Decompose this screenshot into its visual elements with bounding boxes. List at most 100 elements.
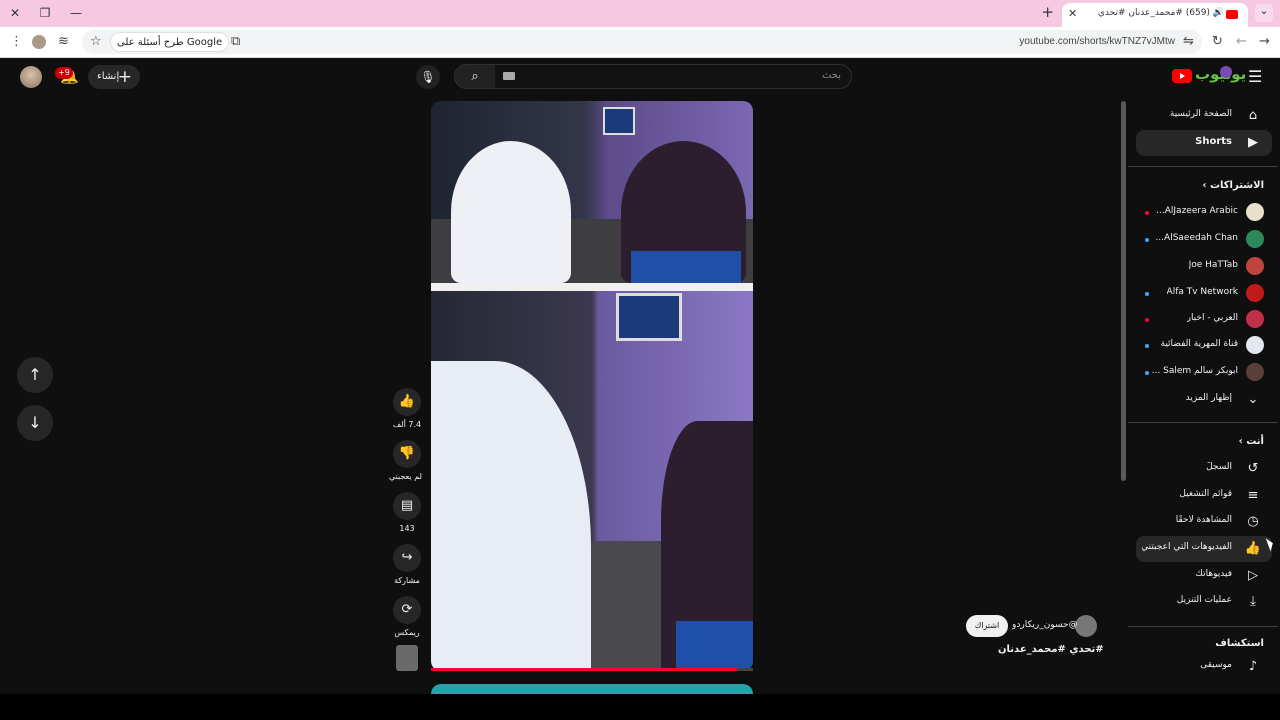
like-icon[interactable]: 👍 <box>393 388 421 416</box>
extensions-icon[interactable]: ≋ <box>58 34 69 49</box>
screenshot-icon[interactable]: ⧉ <box>231 34 240 49</box>
share-icon[interactable]: ↪ <box>393 544 421 572</box>
divider <box>1128 422 1278 423</box>
sidebar-item-label: إظهار المزيد <box>1185 393 1232 403</box>
sidebar-item-show-more[interactable]: ⌄ إظهار المزيد <box>1136 387 1272 413</box>
reload-icon[interactable]: ↻ <box>1212 34 1223 49</box>
tab-close-icon[interactable]: ✕ <box>1068 7 1077 20</box>
sidebar-scrollbar[interactable] <box>1121 101 1126 481</box>
voice-search-icon[interactable]: 🎙 <box>416 65 440 89</box>
bookmark-star-icon[interactable]: ☆ <box>90 34 102 49</box>
sidebar-item-label: الفيديوهات التي أعجبتني <box>1142 542 1232 552</box>
sidebar-item-home[interactable]: ⌂ الصفحة الرئيسية <box>1136 103 1272 129</box>
jeans <box>631 251 741 283</box>
jeans <box>676 621 753 671</box>
search-icon[interactable]: ⌕ <box>455 65 495 88</box>
notification-badge: +9 <box>55 67 73 79</box>
sidebar-item-shorts[interactable]: ▶ Shorts <box>1136 130 1272 156</box>
close-window-icon[interactable]: ✕ <box>8 6 22 20</box>
music-icon: ♪ <box>1248 659 1258 674</box>
sidebar-item-subscription[interactable]: AlSaeedah Chan... <box>1136 227 1272 253</box>
url-text[interactable]: youtube.com/shorts/kwTNZ7vJMtw <box>1019 36 1175 47</box>
remix-action[interactable]: ⟳ ريمكس <box>392 596 422 637</box>
live-indicator <box>1145 318 1149 322</box>
account-avatar[interactable] <box>20 66 42 88</box>
youtube-logo-icon[interactable] <box>1172 69 1192 83</box>
keyboard-icon[interactable] <box>503 72 515 80</box>
sidebar-item-label: قوائم التشغيل <box>1179 489 1232 499</box>
video-progress-bar[interactable] <box>431 668 753 671</box>
speaker-icon[interactable]: 🔊 <box>1213 8 1224 18</box>
previous-short-button[interactable]: ↑ <box>17 357 53 393</box>
sidebar-item-label: Alfa Tv Network <box>1166 287 1238 297</box>
create-button[interactable]: إنشاء + <box>88 65 140 89</box>
comment-icon[interactable]: ▤ <box>393 492 421 520</box>
create-label: إنشاء <box>97 71 120 82</box>
minimize-window-icon[interactable]: — <box>69 6 83 20</box>
google-ask-button[interactable]: طرح أسئلة على Google <box>110 32 230 52</box>
comments-action[interactable]: ▤ 143 <box>392 492 422 533</box>
sidebar-item-subscription[interactable]: قناة المهرية الفضائية <box>1136 333 1272 359</box>
sidebar-item-playlists[interactable]: ≡ قوائم التشغيل <box>1136 483 1272 509</box>
short-video-player[interactable] <box>431 101 753 671</box>
profile-avatar[interactable] <box>32 35 46 49</box>
sidebar-item-label: أبوبكر سالم Salem ... <box>1151 366 1238 376</box>
subscriptions-header[interactable]: الاشتراكات › <box>1202 180 1264 191</box>
sidebar-item-subscription[interactable]: أبوبكر سالم Salem ... <box>1136 360 1272 386</box>
channel-name[interactable]: @حسون_ريكاردو <box>1012 620 1078 630</box>
channel-avatar[interactable] <box>1075 615 1097 637</box>
sidebar-item-label: Shorts <box>1195 136 1232 147</box>
subscribe-button[interactable]: اشتراك <box>966 615 1008 637</box>
share-action[interactable]: ↪ مشاركة <box>392 544 422 585</box>
you-header[interactable]: أنت › <box>1239 436 1264 447</box>
sidebar-item-downloads[interactable]: ⤓ عمليات التنزيل <box>1136 589 1272 615</box>
new-content-dot <box>1145 292 1149 296</box>
downloads-icon: ⤓ <box>1250 594 1256 609</box>
bottom-bar <box>0 694 1280 720</box>
dislike-action[interactable]: 👎 لم يعجبني <box>389 440 422 481</box>
sidebar-item-subscription[interactable]: Alfa Tv Network <box>1136 281 1272 307</box>
like-count: 7.4 ألف <box>392 420 422 429</box>
audio-thumbnail[interactable] <box>396 645 418 671</box>
new-content-dot <box>1145 344 1149 348</box>
youtube-favicon-icon <box>1226 10 1238 19</box>
remix-icon[interactable]: ⟳ <box>393 596 421 624</box>
next-short-button[interactable]: ↓ <box>17 405 53 441</box>
sidebar-item-subscription[interactable]: AlJazeera Arabic... <box>1136 200 1272 226</box>
billiards-sign <box>603 107 635 135</box>
like-action[interactable]: 👍 7.4 ألف <box>392 388 422 429</box>
tab-title: (659) #محمد_عدنان #تحدي <box>1097 8 1210 18</box>
menu-dots-icon[interactable]: ⋮ <box>10 34 23 49</box>
search-input[interactable]: ⌕ بحث <box>454 64 852 89</box>
sidebar-item-liked-videos[interactable]: 👍 الفيديوهات التي أعجبتني <box>1136 536 1272 562</box>
sidebar-item-label: عمليات التنزيل <box>1176 595 1232 605</box>
your-videos-icon: ▷ <box>1248 568 1258 583</box>
sidebar-item-watch-later[interactable]: ◷ المشاهدة لاحقًا <box>1136 509 1272 535</box>
site-settings-icon[interactable]: ⇋ <box>1183 34 1194 49</box>
browser-tab[interactable]: ✕ 🔊 (659) #محمد_عدنان #تحدي <box>1062 3 1248 27</box>
sidebar-item-your-videos[interactable]: ▷ فيديوهاتك <box>1136 563 1272 589</box>
sidebar-item-label: المشاهدة لاحقًا <box>1175 515 1232 525</box>
watch-later-icon: ◷ <box>1247 514 1259 529</box>
sidebar-item-subscription[interactable]: العربي - أخبار <box>1136 307 1272 333</box>
sidebar-item-label: AlJazeera Arabic... <box>1156 206 1238 216</box>
subscriptions-header-label: الاشتراكات <box>1209 180 1264 191</box>
back-icon[interactable]: ← <box>1236 34 1247 49</box>
liked-icon: 👍 <box>1244 541 1262 556</box>
new-tab-icon[interactable]: + <box>1041 3 1054 21</box>
dislike-icon[interactable]: 👎 <box>393 440 421 468</box>
hamburger-menu-icon[interactable]: ☰ <box>1248 67 1262 86</box>
sidebar-item-history[interactable]: ↺ السجلّ <box>1136 456 1272 482</box>
chevron-down-icon: ⌄ <box>1247 392 1259 407</box>
sidebar-item-music[interactable]: ♪ موسيقى <box>1136 654 1272 680</box>
forward-icon[interactable]: → <box>1259 34 1270 49</box>
history-icon: ↺ <box>1247 461 1259 476</box>
sidebar-item-label: قناة المهرية الفضائية <box>1160 339 1238 349</box>
video-title[interactable]: #تحدي #محمد_عدنان <box>998 644 1104 655</box>
channel-avatar <box>1246 336 1264 354</box>
you-header-label: أنت <box>1246 436 1264 447</box>
browser-tab-strip: ✕ ❐ — + ✕ 🔊 (659) #محمد_عدنان #تحدي ⌄ <box>0 0 1280 27</box>
sidebar-item-subscription[interactable]: Joe HaTTab <box>1136 254 1272 280</box>
tab-search-icon[interactable]: ⌄ <box>1255 4 1273 22</box>
restore-window-icon[interactable]: ❐ <box>38 6 52 20</box>
